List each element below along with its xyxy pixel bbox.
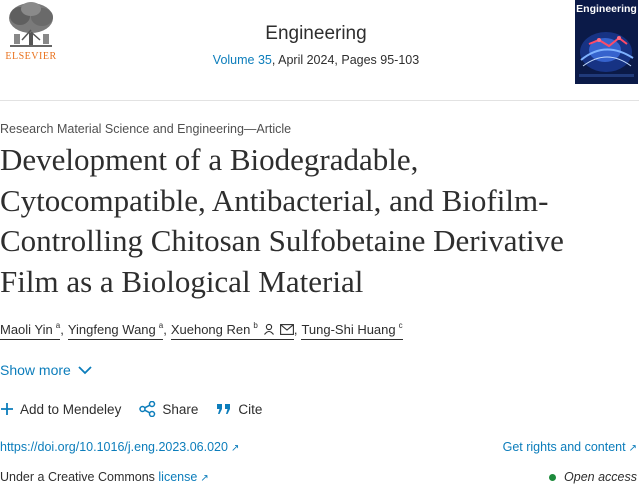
author-name: Yingfeng Wang [67, 322, 156, 337]
add-to-mendeley-label: Add to Mendeley [20, 401, 122, 417]
external-link-icon: ↗ [230, 443, 240, 454]
issue-details: , April 2024, Pages 95-103 [271, 53, 420, 67]
license-notice: Under a Creative Commons license ↗ [0, 470, 209, 484]
doi-link[interactable]: https://doi.org/10.1016/j.eng.2023.06.02… [0, 440, 239, 454]
author-name: Tung-Shi Huang [301, 322, 396, 337]
author-link[interactable]: Maoli Yin a [0, 321, 61, 340]
author-link[interactable]: Tung-Shi Huang c [301, 321, 403, 340]
author-link[interactable]: Xuehong Ren b [170, 321, 294, 340]
doi-text: https://doi.org/10.1016/j.eng.2023.06.02… [0, 440, 228, 454]
open-access-badge: Open access [549, 470, 637, 484]
affiliation-marker: b [253, 321, 258, 330]
share-label: Share [162, 401, 199, 417]
share-icon [139, 401, 156, 417]
chevron-down-icon [78, 365, 92, 374]
author-separator: , [293, 322, 298, 337]
volume-link[interactable]: Volume 35 [213, 53, 272, 67]
title-line: Development of a Biodegradable, [0, 142, 419, 177]
publisher-name: ELSEVIER [5, 51, 57, 62]
author-name: Xuehong Ren [170, 322, 251, 337]
author-name: Maoli Yin [0, 322, 53, 337]
article-actions: Add to Mendeley Share Cite [0, 401, 280, 417]
affiliation-marker: a [55, 321, 61, 330]
license-link[interactable]: license ↗ [158, 470, 208, 484]
get-rights-link[interactable]: Get rights and content ↗ [503, 440, 637, 454]
author-separator: , [163, 322, 167, 337]
cite-button[interactable]: Cite [216, 402, 262, 417]
issue-info: Volume 35, April 2024, Pages 95-103 [150, 52, 482, 68]
author-link[interactable]: Yingfeng Wang a [67, 321, 164, 340]
license-prefix: Under a Creative Commons [0, 470, 159, 484]
affiliation-marker: a [158, 321, 164, 330]
author-separator: , [60, 322, 64, 337]
journal-cover-image[interactable]: Engineering [575, 0, 638, 84]
header-divider [0, 100, 639, 101]
title-line: Controlling Chitosan Sulfobetaine Deriva… [0, 223, 564, 258]
author-list: Maoli Yin a , Yingfeng Wang a , Xuehong Re… [0, 321, 403, 340]
license-label: license [158, 470, 198, 484]
share-button[interactable]: Share [139, 401, 198, 417]
add-to-mendeley-button[interactable]: Add to Mendeley [0, 402, 121, 417]
plus-icon [1, 403, 13, 415]
external-link-icon: ↗ [628, 443, 637, 454]
open-access-dot-icon [549, 473, 557, 481]
cover-artwork [579, 32, 634, 77]
title-line: Cytocompatible, Antibacterial, and Biofi… [0, 182, 549, 218]
title-line: Film as a Biological Material [0, 263, 364, 299]
cite-label: Cite [238, 401, 263, 417]
article-type: Research Material Science and Engineerin… [0, 122, 292, 136]
get-rights-label: Get rights and content [502, 440, 626, 454]
quote-icon [217, 404, 231, 414]
person-icon [263, 323, 275, 338]
article-title: Development of a Biodegradable, Cytocomp… [0, 140, 639, 302]
external-link-icon: ↗ [200, 473, 209, 484]
tree-icon [9, 2, 53, 47]
show-more-button[interactable]: Show more [0, 362, 92, 378]
journal-header: Engineering Volume 35, April 2024, Pages… [150, 22, 482, 68]
affiliation-marker: c [398, 321, 403, 330]
journal-title[interactable]: Engineering [150, 22, 482, 46]
open-access-label: Open access [564, 470, 637, 484]
show-more-label: Show more [0, 362, 71, 378]
email-icon [279, 323, 294, 338]
